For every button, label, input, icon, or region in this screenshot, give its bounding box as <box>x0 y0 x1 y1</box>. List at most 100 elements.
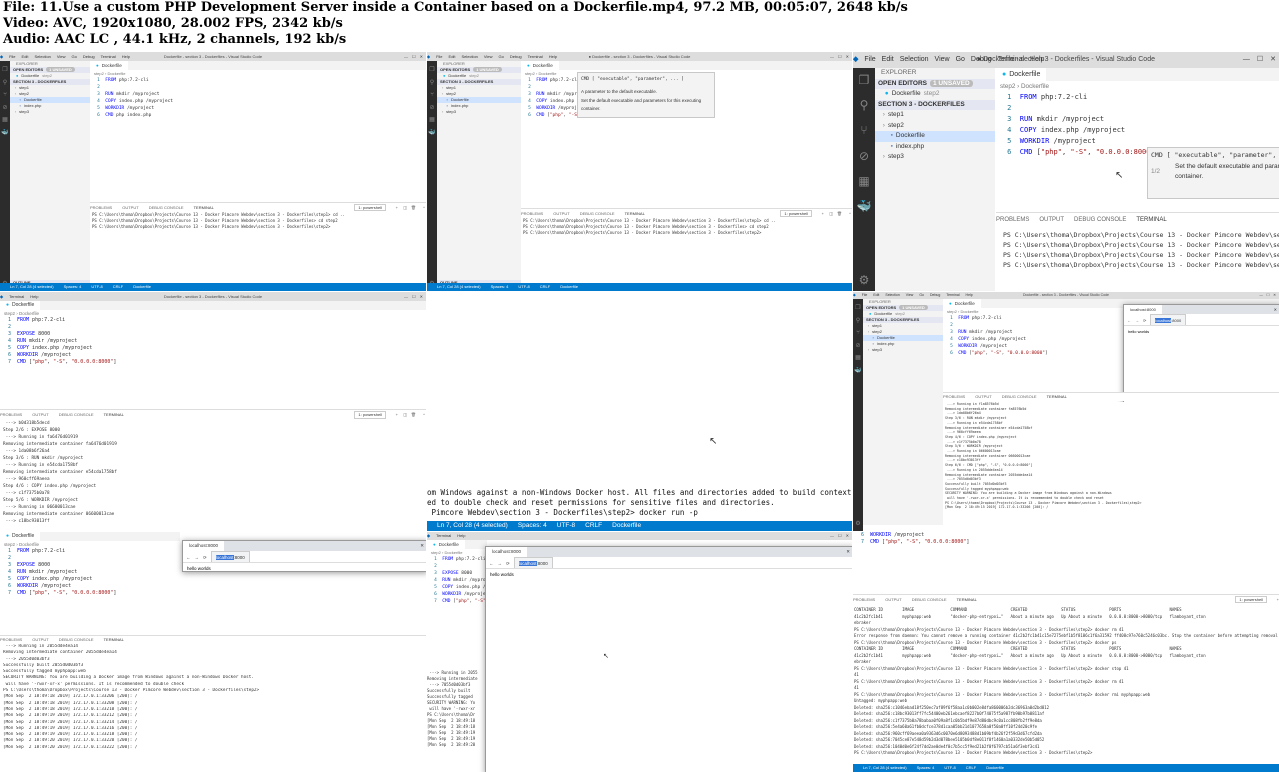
panel-tab-terminal[interactable]: TERMINAL <box>194 203 214 212</box>
status-language[interactable]: Dockerfile <box>133 283 151 291</box>
menu-item-help[interactable]: Help <box>966 292 973 299</box>
menu-item-help[interactable]: Help <box>457 532 465 540</box>
panel-tab-terminal[interactable]: TERMINAL <box>104 410 124 420</box>
trash-icon[interactable]: 🗑 <box>411 203 416 212</box>
panel-tab-terminal[interactable]: TERMINAL <box>1047 393 1067 401</box>
debug-icon[interactable]: ⊘ <box>853 150 875 162</box>
terminal-selector[interactable]: 1: powershell <box>354 204 386 211</box>
menu-item-go[interactable]: Go <box>919 292 924 299</box>
panel-tab-terminal[interactable]: TERMINAL <box>1136 213 1166 227</box>
status-spaces[interactable]: Spaces: 4 <box>64 283 82 291</box>
code-line[interactable]: 6 WORKDIR /myproject <box>0 352 426 359</box>
split-icon[interactable]: ◫ <box>403 410 407 420</box>
panel-tab-debug-console[interactable]: DEBUG CONSOLE <box>59 410 94 420</box>
menu-item-debug[interactable]: Debug <box>83 52 95 61</box>
code-line[interactable]: 3 EXPOSE 8000 <box>0 562 180 569</box>
gear-icon[interactable]: ⚙ <box>853 520 863 527</box>
url-input[interactable]: localhost:8000 <box>1150 314 1187 325</box>
close-icon[interactable]: ✕ <box>420 294 423 299</box>
trash-icon[interactable]: 🗑 <box>411 410 416 420</box>
back-icon[interactable]: ← <box>489 561 494 566</box>
menu-item-view[interactable]: View <box>906 292 914 299</box>
browser-tab[interactable]: localhost:8000 <box>1124 305 1162 314</box>
minimize-icon[interactable]: — <box>830 54 834 59</box>
panel-tab-output[interactable]: OUTPUT <box>1039 213 1064 227</box>
forward-icon[interactable]: → <box>1135 318 1139 323</box>
browser-tab[interactable]: localhost:8000 <box>486 547 528 557</box>
breadcrumb[interactable]: step2 › Dockerfile <box>996 81 1279 92</box>
menu-item-go[interactable]: Go <box>956 52 965 68</box>
menu-item-edit[interactable]: Edit <box>873 292 879 299</box>
panel-tab-output[interactable]: OUTPUT <box>885 595 901 604</box>
code-line[interactable]: 2 <box>0 324 426 331</box>
menu-item-file[interactable]: File <box>862 292 868 299</box>
workspace-section[interactable]: SECTION 3 - DOCKERFILES <box>875 99 995 110</box>
tree-item-step3[interactable]: › step3 <box>10 109 90 115</box>
code-line[interactable]: 6 WORKDIR /myproject <box>853 532 1279 539</box>
reload-icon[interactable]: ⟳ <box>203 555 207 560</box>
editor-tab-dockerfile[interactable]: ● Dockerfile <box>521 61 559 70</box>
panel-tab-debug-console[interactable]: DEBUG CONSOLE <box>149 203 184 212</box>
status-eol[interactable]: CRLF <box>966 764 976 772</box>
plus-icon[interactable]: + <box>396 410 398 420</box>
terminal-selector[interactable]: 1: powershell <box>354 411 386 419</box>
menu-item-debug[interactable]: Debug <box>510 52 522 61</box>
code-line[interactable]: 1 FROM php:7.2-cli <box>427 556 487 563</box>
open-editors-section[interactable]: OPEN EDITORS 1 UNSAVED <box>875 78 995 89</box>
docker-icon[interactable]: 🐳 <box>853 368 863 374</box>
menu-item-view[interactable]: View <box>935 52 950 68</box>
menu-item-terminal[interactable]: Terminal <box>436 532 451 540</box>
code-line[interactable]: 1 FROM php:7.2-cli <box>0 548 180 555</box>
code-line[interactable]: 4 COPY index.php /myproject <box>996 125 1279 136</box>
extensions-icon[interactable]: ▦ <box>853 175 875 187</box>
panel-tab-debug-console[interactable]: DEBUG CONSOLE <box>1002 393 1037 401</box>
split-icon[interactable]: ◫ <box>403 203 407 212</box>
code-line[interactable]: 6 CMD php index.php <box>90 112 426 119</box>
panel-tab-debug-console[interactable]: DEBUG CONSOLE <box>59 636 94 644</box>
panel-tab-problems[interactable]: PROBLEMS <box>0 410 22 420</box>
menu-item-terminal[interactable]: Terminal <box>9 292 24 301</box>
code-line[interactable]: 2 <box>0 555 180 562</box>
status-spaces[interactable]: Spaces: 4 <box>491 283 509 291</box>
minimize-icon[interactable]: — <box>404 54 408 59</box>
menu-item-edit[interactable]: Edit <box>449 52 456 61</box>
source-control-icon[interactable]: ⑂ <box>853 330 863 336</box>
menu-item-go[interactable]: Go <box>499 52 504 61</box>
back-icon[interactable]: ← <box>186 555 191 560</box>
terminal-output[interactable]: om Windows against a non-Windows Docker … <box>427 488 852 520</box>
code-line[interactable]: 1 FROM php:7.2-cli <box>0 317 426 324</box>
tree-item-step3[interactable]: › step3 <box>863 347 943 353</box>
maximize-icon[interactable]: ☐ <box>412 294 416 299</box>
code-line[interactable]: 3 EXPOSE 8000 <box>427 570 487 577</box>
search-icon[interactable]: ⚲ <box>0 79 10 86</box>
search-icon[interactable]: ⚲ <box>427 79 437 86</box>
debug-icon[interactable]: ⊘ <box>853 342 863 349</box>
status-eol[interactable]: CRLF <box>585 521 602 531</box>
url-input[interactable]: localhost:8000 <box>513 556 553 569</box>
back-icon[interactable]: ← <box>1127 318 1131 323</box>
status-eol[interactable]: CRLF <box>113 283 123 291</box>
source-control-icon[interactable]: ⑂ <box>853 124 875 136</box>
terminal-output[interactable]: ---> Running in f1a8576b5d Removing inter… <box>945 402 1279 522</box>
files-icon[interactable]: ❐ <box>853 74 875 86</box>
tree-item-step3[interactable]: › step3 <box>875 152 995 163</box>
tree-item-step3[interactable]: › step3 <box>437 109 521 115</box>
breadcrumb[interactable]: step2 › Dockerfile <box>427 549 487 556</box>
search-icon[interactable]: ⚲ <box>853 317 863 324</box>
terminal-output[interactable]: ---> b0d318b5decd Step 2/6 : EXPOSE 8000 … <box>3 420 426 530</box>
terminal-selector[interactable]: 1: powershell <box>780 210 812 217</box>
extensions-icon[interactable]: ▦ <box>0 117 10 123</box>
code-line[interactable]: 4 COPY index.php /myproject <box>90 98 426 105</box>
docker-icon[interactable]: 🐳 <box>0 130 10 136</box>
code-line[interactable]: 1 FROM php:7.2-cli <box>90 77 426 84</box>
panel-tab-debug-console[interactable]: DEBUG CONSOLE <box>580 209 615 218</box>
status-encoding[interactable]: UTF-8 <box>557 521 575 531</box>
terminal-output[interactable]: PS C:\Users\thoma\Dropbox\Projects\Cours… <box>523 218 852 278</box>
status-eol[interactable]: CRLF <box>540 283 550 291</box>
maximize-icon[interactable]: ☐ <box>838 533 842 538</box>
close-icon[interactable]: ✕ <box>846 54 849 59</box>
docker-icon[interactable]: 🐳 <box>853 200 875 212</box>
menu-item-go[interactable]: Go <box>72 52 77 61</box>
editor-tab-dockerfile[interactable]: ● Dockerfile <box>427 540 465 549</box>
status-encoding[interactable]: UTF-8 <box>518 283 529 291</box>
